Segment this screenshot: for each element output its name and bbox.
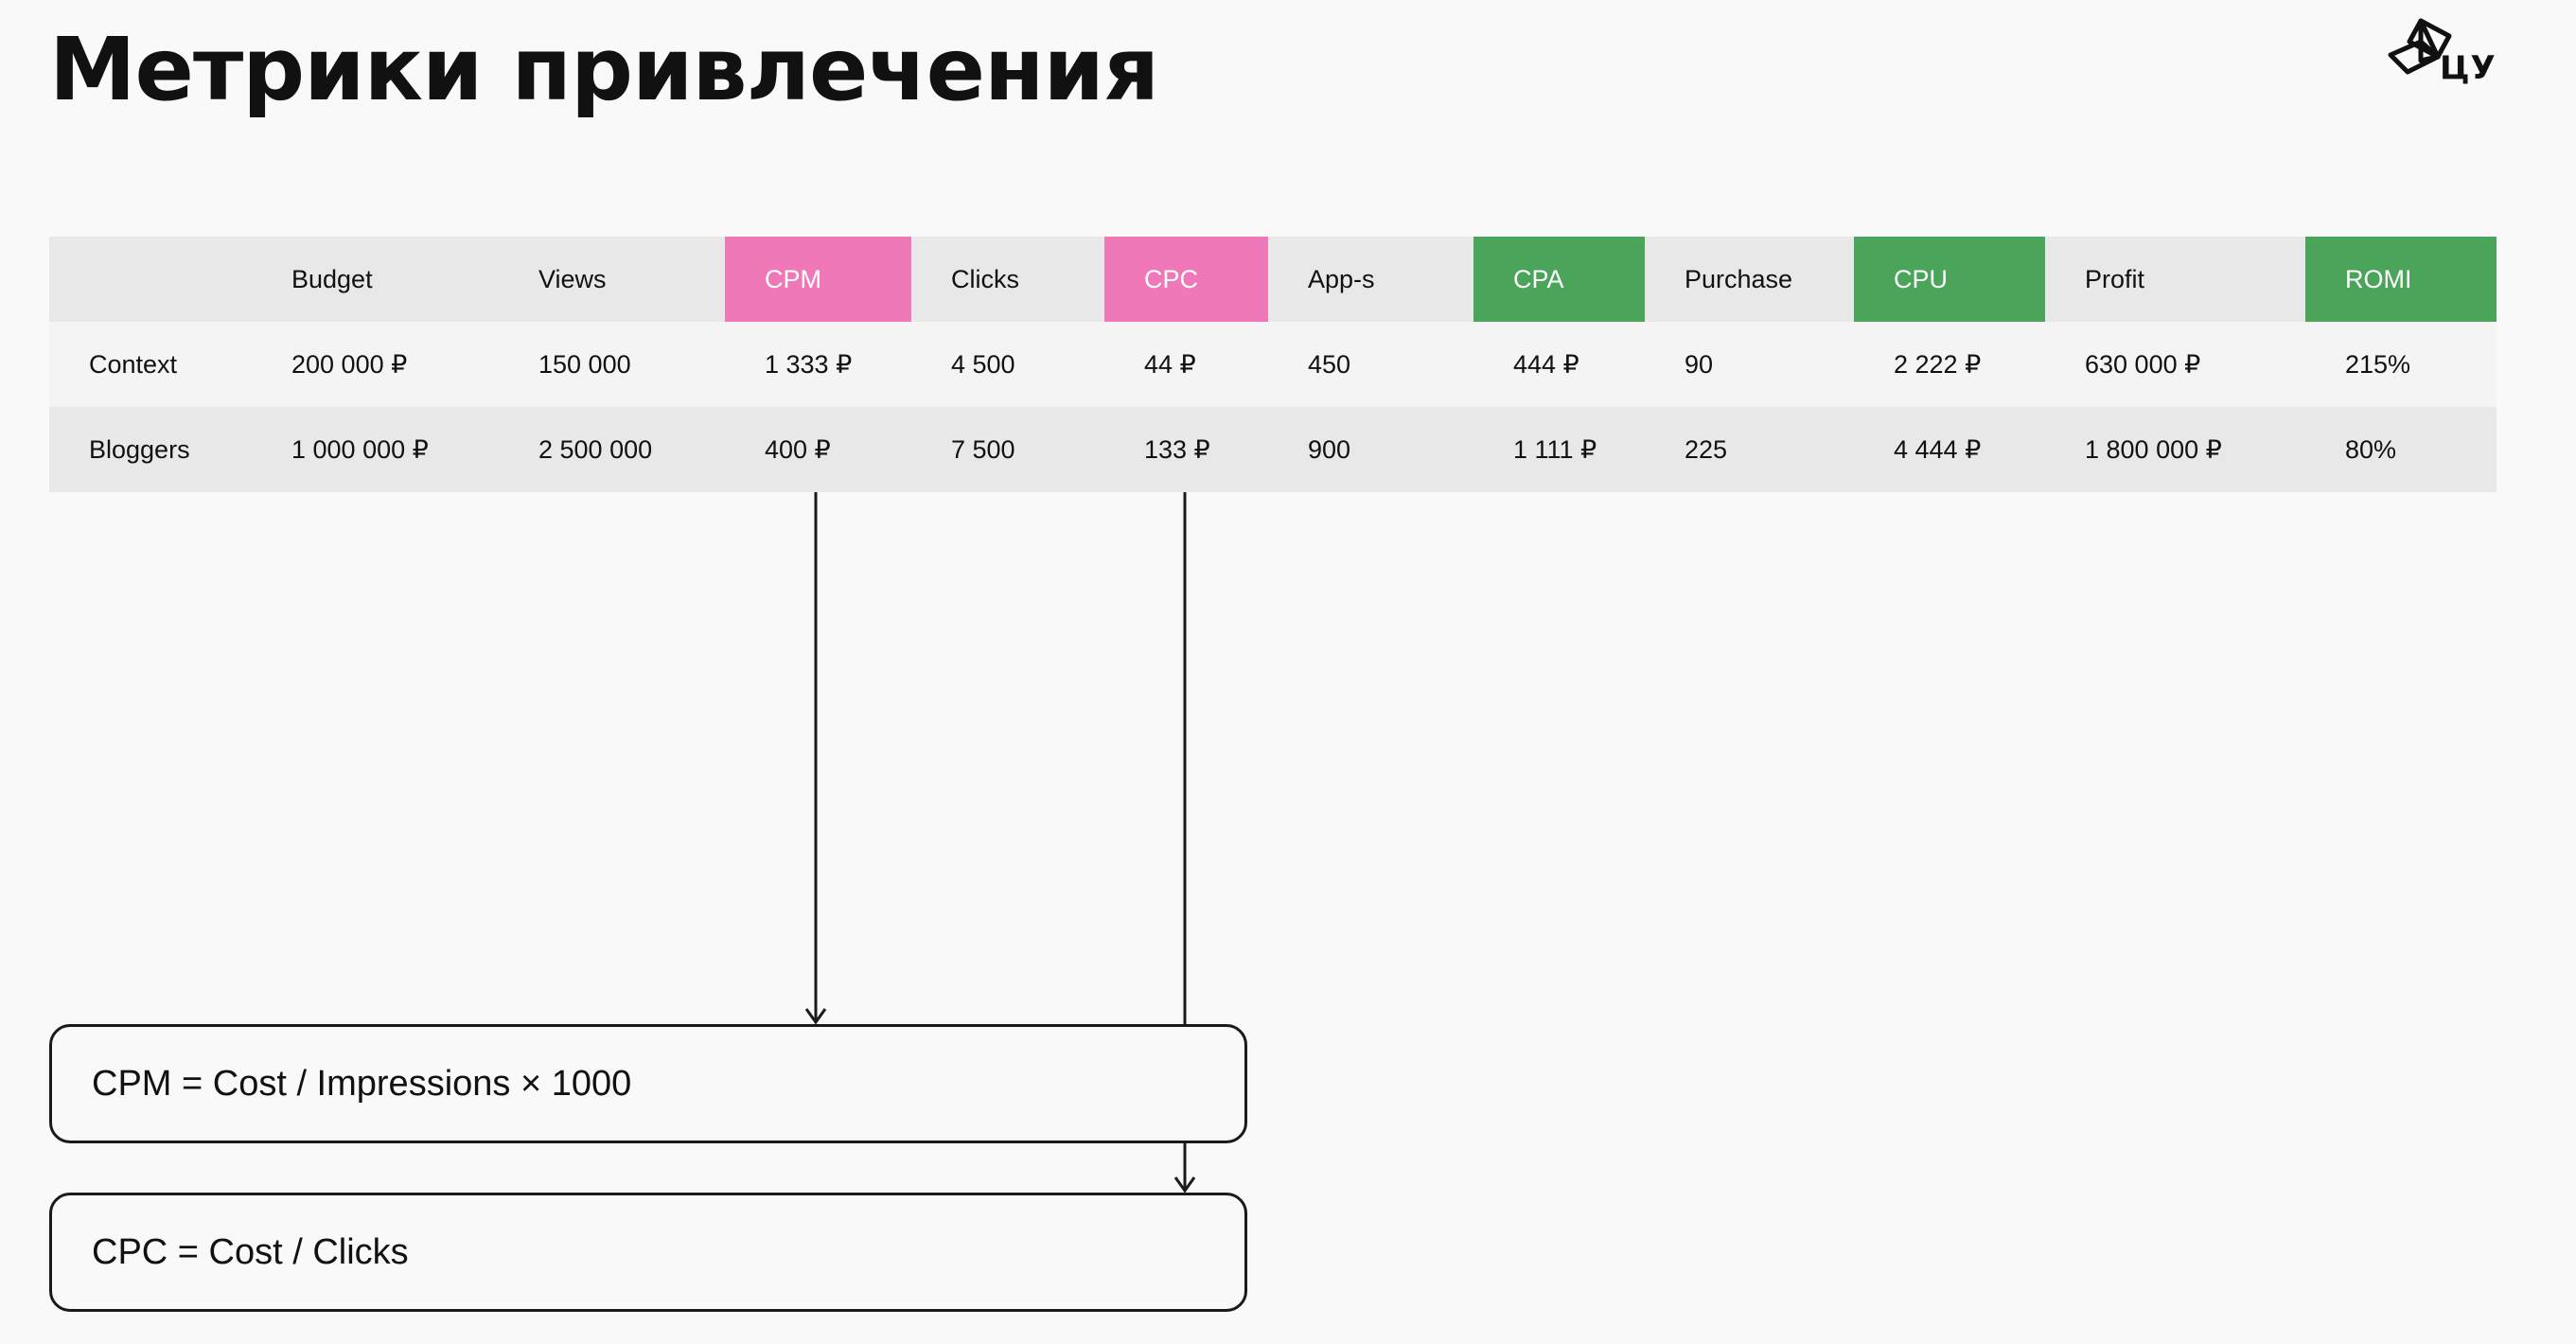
cpc-formula-text: CPC = Cost / Clicks xyxy=(92,1231,409,1272)
cpm-formula-box: CPM = Cost / Impressions × 1000 xyxy=(49,1024,1247,1143)
cpm-formula-text: CPM = Cost / Impressions × 1000 xyxy=(92,1063,632,1104)
cpc-formula-box: CPC = Cost / Clicks xyxy=(49,1193,1247,1312)
